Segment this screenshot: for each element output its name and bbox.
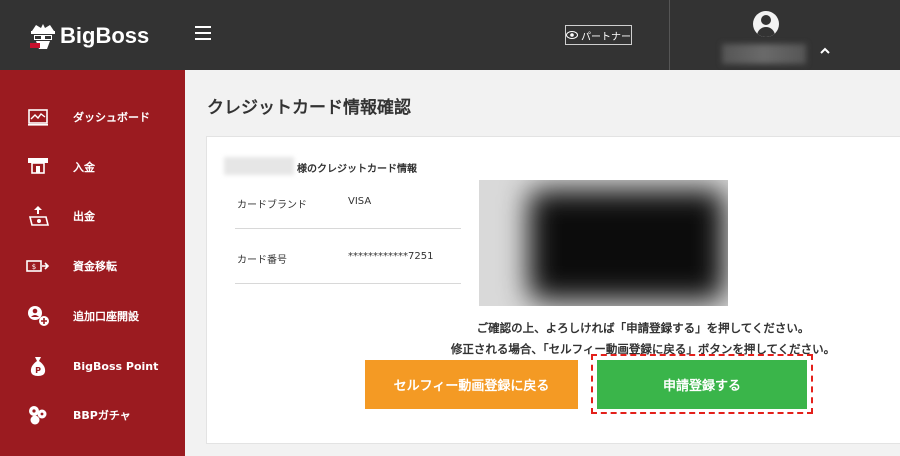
sidebar-item-bbp-gacha[interactable]: BBPガチャ — [0, 395, 185, 435]
sidebar-item-label: BBPガチャ — [73, 409, 131, 422]
svg-text:P: P — [35, 366, 41, 375]
hamburger-line — [195, 32, 211, 34]
sidebar-item-add-account[interactable]: 追加口座開設 — [0, 296, 185, 336]
credit-card-photo-redacted — [479, 180, 728, 306]
partner-button[interactable]: パートナー — [565, 25, 632, 45]
sidebar-item-label: BigBoss Point — [73, 359, 159, 373]
sidebar-item-bigboss-point[interactable]: P BigBoss Point — [0, 346, 185, 386]
partner-label: パートナー — [581, 31, 631, 43]
card-brand-value: VISA — [348, 196, 372, 207]
logo-mark-icon — [30, 24, 55, 49]
sidebar-item-dashboard[interactable]: ダッシュボード — [0, 97, 185, 137]
hamburger-line — [195, 26, 211, 28]
row-divider — [235, 283, 461, 284]
avatar-body — [757, 27, 775, 37]
sidebar-item-label: ダッシュボード — [73, 111, 150, 124]
hamburger-line — [195, 38, 211, 40]
sidebar-item-label: 資金移転 — [73, 260, 117, 273]
card-number-label: カード番号 — [237, 255, 287, 266]
submit-application-button[interactable]: 申請登録する — [597, 360, 807, 409]
card-photo-blur — [529, 190, 724, 300]
page-title: クレジットカード情報確認 — [207, 98, 411, 118]
menu-toggle-button[interactable] — [195, 26, 211, 40]
card-brand-label: カードブランド — [237, 200, 307, 211]
withdraw-icon — [28, 206, 50, 226]
user-name-redacted — [722, 44, 806, 64]
svg-text:$: $ — [32, 263, 36, 271]
gacha-icon — [29, 406, 47, 425]
bigboss-logo[interactable]: BigBoss — [28, 18, 149, 54]
notice-line-confirm: ご確認の上、よろしければ「申請登録する」を押してください。 — [476, 321, 810, 335]
card-holder-suffix: 様のクレジットカード情報 — [297, 164, 417, 175]
back-to-selfie-video-button[interactable]: セルフィー動画登録に戻る — [365, 360, 578, 409]
sidebar-item-deposit[interactable]: 入金 — [0, 147, 185, 187]
header-divider — [669, 0, 670, 70]
sidebar-item-transfer[interactable]: $ 資金移転 — [0, 246, 185, 286]
chart-icon — [28, 109, 48, 126]
avatar-head — [761, 15, 771, 25]
card-holder-name-redacted — [224, 157, 294, 175]
eye-icon — [566, 31, 578, 39]
point-bag-icon: P — [30, 357, 46, 376]
transfer-icon: $ — [26, 260, 50, 272]
logo-text: BigBoss — [60, 23, 150, 48]
add-account-icon — [28, 306, 49, 326]
card-number-value: ************7251 — [348, 251, 434, 262]
row-divider — [235, 228, 461, 229]
sidebar-item-withdraw[interactable]: 出金 — [0, 196, 185, 236]
sidebar-item-label: 入金 — [73, 161, 95, 174]
user-avatar-icon[interactable] — [753, 11, 779, 37]
sidebar-item-label: 出金 — [73, 210, 95, 223]
sidebar: ダッシュボード 入金 出金 $ 資金移転 追加口座開設 P BigBoss Po… — [0, 70, 185, 456]
top-header: BigBoss パートナー — [0, 0, 900, 70]
chevron-up-icon[interactable] — [818, 44, 832, 58]
sidebar-item-label: 追加口座開設 — [73, 310, 139, 323]
atm-deposit-icon — [28, 158, 48, 174]
